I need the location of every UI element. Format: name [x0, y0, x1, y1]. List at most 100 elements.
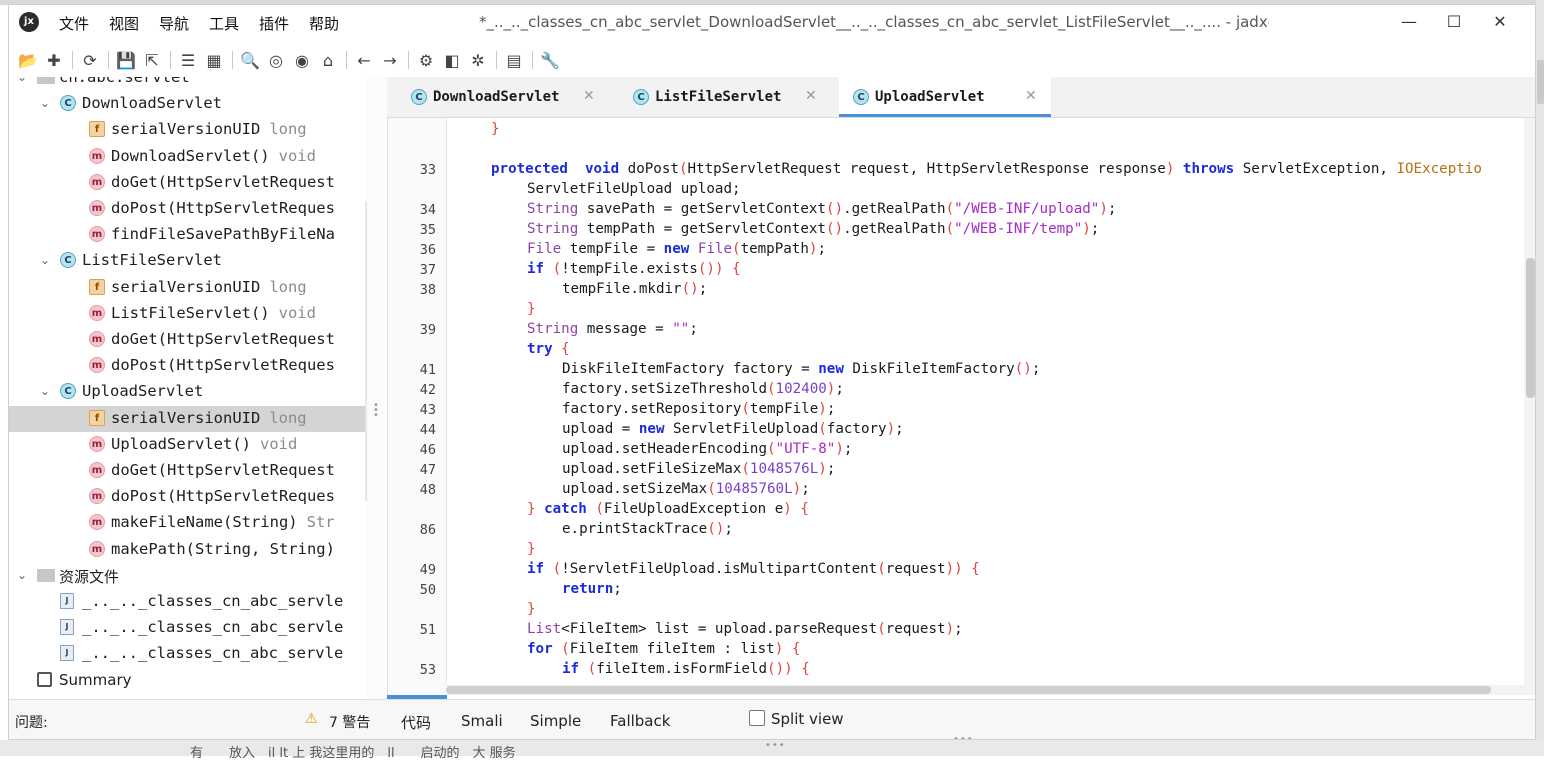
line-number: 48 — [419, 482, 436, 498]
tree-row[interactable]: f serialVersionUID long — [9, 117, 367, 143]
code-vertical-scrollbar[interactable] — [1524, 118, 1535, 695]
search-icon[interactable]: 🔍 — [239, 49, 261, 71]
save-all-icon[interactable]: 💾 — [115, 49, 137, 71]
find-usage-icon[interactable]: ◉ — [291, 49, 313, 71]
view-tab-simple[interactable]: Simple — [530, 712, 581, 730]
jadx-logo-icon: jx — [19, 12, 39, 32]
chevron-down-icon[interactable]: ⌄ — [17, 568, 27, 582]
show-package-icon[interactable]: ▦ — [203, 49, 225, 71]
tree-row[interactable]: m doPost(HttpServletReques — [9, 196, 367, 222]
minimize-button[interactable]: — — [1394, 9, 1424, 35]
deobfuscation-icon[interactable]: ⚙ — [415, 49, 437, 71]
panel-splitter[interactable]: • • • — [367, 77, 387, 699]
code-token: 10485760L — [715, 481, 793, 497]
code-vertical-scroll-thumb[interactable] — [1526, 258, 1535, 398]
code-token: FileItem fileItem : list — [569, 641, 775, 657]
tree-row[interactable]: J _.._.._classes_cn_abc_servle — [9, 589, 367, 615]
open-file-icon[interactable]: 📂 — [17, 49, 39, 71]
line-number: 43 — [419, 402, 436, 418]
close-icon[interactable]: ✕ — [805, 88, 817, 104]
tree-row[interactable]: m findFileSavePathByFileNa — [9, 222, 367, 248]
tree-row[interactable]: ⌄ C UploadServlet — [9, 379, 367, 405]
tree-row[interactable]: m UploadServlet() void — [9, 432, 367, 458]
tab-listfileservlet[interactable]: C ListFileServlet ✕ — [619, 77, 831, 117]
code-token: ; — [698, 281, 708, 297]
method-icon: m — [89, 488, 105, 505]
code-line: } — [491, 121, 500, 137]
home-icon[interactable]: ⌂ — [317, 49, 339, 71]
back-icon[interactable]: ← — [353, 49, 375, 71]
tree-row[interactable]: m makePath(String, String) — [9, 537, 367, 563]
chevron-down-icon[interactable]: ⌄ — [17, 77, 27, 84]
tree-row[interactable]: f serialVersionUID long — [9, 275, 367, 301]
maximize-button[interactable]: ☐ — [1439, 9, 1469, 35]
problems-label[interactable]: 问题: — [15, 712, 48, 732]
tree-row[interactable]: m ListFileServlet() void — [9, 301, 367, 327]
menu-file[interactable]: 文件 — [59, 13, 89, 34]
tree-row[interactable]: ⌄ C DownloadServlet — [9, 91, 367, 117]
code-token: ( — [877, 621, 886, 637]
method-icon: m — [89, 435, 105, 452]
code-token: if — [562, 661, 580, 677]
tree-item-label: doPost(HttpServletReques — [111, 199, 335, 217]
tree-row[interactable]: ⌄ C ListFileServlet — [9, 248, 367, 274]
tree-row[interactable]: m doPost(HttpServletReques — [9, 484, 367, 510]
editor-tab-bar: C DownloadServlet ✕ C ListFileServlet ✕ C Uploa… — [387, 77, 1535, 118]
tree-row[interactable]: f serialVersionUID long — [9, 405, 367, 432]
add-files-icon[interactable]: ✚ — [43, 49, 65, 71]
tab-uploadservlet[interactable]: C UploadServlet ✕ — [839, 77, 1051, 117]
tree-item-name: serialVersionUID — [111, 408, 261, 427]
tree-row[interactable]: m doGet(HttpServletRequest — [9, 170, 367, 196]
tree-row[interactable]: ⌄ cn.abc.servlet — [9, 77, 367, 91]
code-token: File — [697, 241, 733, 257]
tree-item-label: 资源文件 — [59, 566, 119, 587]
preferences-icon[interactable]: 🔧 — [539, 49, 561, 71]
tree-row[interactable]: m doGet(HttpServletRequest — [9, 327, 367, 353]
code-token: } — [491, 121, 500, 137]
tree-row[interactable]: J _.._.._classes_cn_abc_servle — [9, 615, 367, 641]
log-viewer-icon[interactable]: ▤ — [503, 49, 525, 71]
tree-row[interactable]: Summary — [9, 668, 367, 694]
folder-icon — [37, 77, 55, 84]
export-icon[interactable]: ⇱ — [141, 49, 163, 71]
sync-icon[interactable]: ⟳ — [79, 49, 101, 71]
code-line: List<FileItem> list = upload.parseReques… — [527, 621, 963, 637]
close-button[interactable]: ✕ — [1485, 9, 1515, 35]
view-tab-fallback[interactable]: Fallback — [610, 712, 670, 730]
tree-row[interactable]: m DownloadServlet() void — [9, 144, 367, 170]
debug-icon[interactable]: ✲ — [467, 49, 489, 71]
code-editor[interactable]: 33 34 35 36 37 38 39 41 42 43 44 46 47 48 86 49 50 51 53 }… — [387, 118, 1525, 695]
tree-row[interactable]: m doPost(HttpServletReques — [9, 353, 367, 379]
menu-tools[interactable]: 工具 — [209, 13, 239, 34]
find-class-icon[interactable]: ◎ — [265, 49, 287, 71]
menu-navigation[interactable]: 导航 — [159, 13, 189, 34]
tab-downloadservlet[interactable]: C DownloadServlet ✕ — [397, 77, 609, 117]
close-icon[interactable]: ✕ — [1025, 88, 1037, 104]
chevron-down-icon[interactable]: ⌄ — [40, 384, 50, 398]
tree-row[interactable]: ⌄ 资源文件 — [9, 563, 367, 589]
tree-row[interactable]: J _.._.._classes_cn_abc_servle — [9, 641, 367, 667]
split-view-checkbox[interactable] — [749, 710, 765, 726]
chevron-down-icon[interactable]: ⌄ — [40, 253, 50, 267]
quark-icon[interactable]: ◧ — [441, 49, 463, 71]
tree-row[interactable]: m makeFileName(String) Str — [9, 510, 367, 536]
warnings-count[interactable]: 7 警告 — [329, 712, 370, 732]
code-token: ; — [1107, 201, 1117, 217]
close-icon[interactable]: ✕ — [583, 88, 595, 104]
code-token: if — [527, 261, 545, 277]
code-horizontal-scroll-thumb[interactable] — [446, 686, 1491, 694]
view-tab-code[interactable]: 代码 — [401, 712, 431, 733]
code-horizontal-scrollbar[interactable] — [446, 685, 1524, 695]
flatten-packages-icon[interactable]: ☰ — [177, 49, 199, 71]
menu-view[interactable]: 视图 — [109, 13, 139, 34]
split-view-label[interactable]: Split view — [771, 710, 844, 728]
tree-row[interactable]: m doGet(HttpServletRequest — [9, 458, 367, 484]
menu-plugins[interactable]: 插件 — [259, 13, 289, 34]
code-token: FileUploadException e — [603, 501, 784, 517]
chevron-down-icon[interactable]: ⌄ — [40, 96, 50, 110]
code-token: tempFile.mkdir — [562, 281, 682, 297]
menu-help[interactable]: 帮助 — [309, 13, 339, 34]
forward-icon[interactable]: → — [379, 49, 401, 71]
view-tab-smali[interactable]: Smali — [461, 712, 503, 730]
